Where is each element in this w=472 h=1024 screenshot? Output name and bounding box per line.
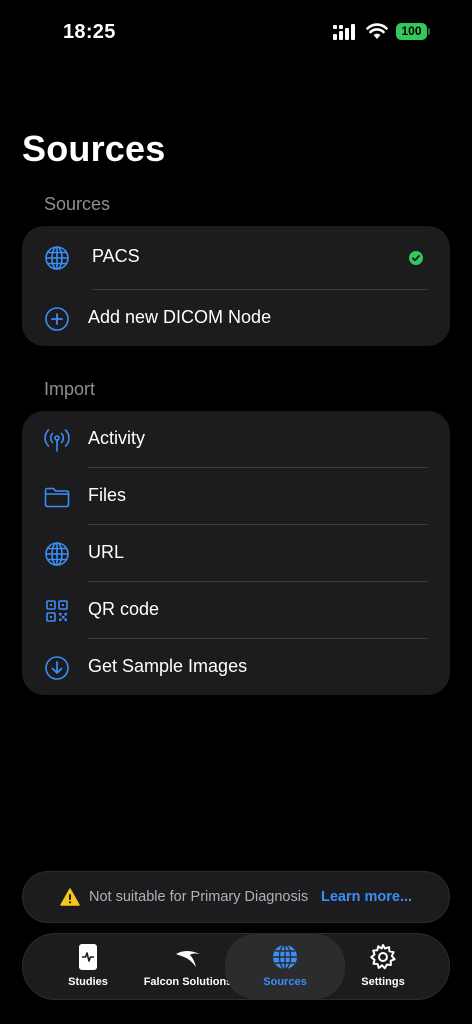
battery-level: 100 xyxy=(396,23,427,40)
learn-more-link[interactable]: Learn more... xyxy=(321,889,412,905)
falcon-icon xyxy=(176,951,200,967)
import-item-qr-code[interactable]: QR code xyxy=(22,582,450,639)
source-item-label: PACS xyxy=(92,246,140,266)
tab-bar: Studies Falcon Solutions Sources Setting… xyxy=(22,933,450,1000)
battery-cap xyxy=(428,28,430,35)
tab-sources[interactable]: Sources xyxy=(225,934,345,999)
add-dicom-node-label: Add new DICOM Node xyxy=(88,307,272,327)
sources-card: PACS Add new DICOM Node xyxy=(22,226,450,346)
antenna-icon xyxy=(44,429,70,452)
import-item-activity[interactable]: Activity xyxy=(22,411,450,468)
globe-icon xyxy=(273,944,297,970)
tab-label: Studies xyxy=(68,976,108,988)
gear-icon xyxy=(370,944,396,970)
tab-label: Settings xyxy=(361,976,405,988)
source-item-pacs[interactable]: PACS xyxy=(22,229,450,286)
cellular-signal-icon xyxy=(333,24,355,40)
status-check-icon xyxy=(409,251,423,265)
import-item-label: Activity xyxy=(88,428,146,448)
import-item-files[interactable]: Files xyxy=(22,468,450,525)
plus-circle-icon xyxy=(45,307,69,331)
import-section-header: Import xyxy=(44,379,96,399)
battery-indicator: 100 xyxy=(396,23,430,40)
status-time: 18:25 xyxy=(63,21,116,43)
add-dicom-node-button[interactable]: Add new DICOM Node xyxy=(22,290,450,347)
import-card: Activity Files URL QR code Get Sample Im… xyxy=(22,411,450,695)
tab-studies[interactable]: Studies xyxy=(33,934,143,999)
folder-icon xyxy=(44,487,70,508)
import-item-label: Files xyxy=(88,485,127,505)
warning-text: Not suitable for Primary Diagnosis xyxy=(89,889,309,905)
qr-code-icon xyxy=(46,600,68,622)
warning-icon xyxy=(60,888,80,906)
globe-icon xyxy=(45,542,69,566)
download-circle-icon xyxy=(45,656,69,680)
page-title: Sources xyxy=(22,128,166,169)
wifi-icon xyxy=(366,23,388,39)
diagnosis-warning-banner: Not suitable for Primary Diagnosis Learn… xyxy=(22,871,450,923)
studies-icon xyxy=(79,944,97,970)
sources-section-header: Sources xyxy=(44,194,111,214)
import-item-label: Get Sample Images xyxy=(88,656,248,676)
import-item-label: QR code xyxy=(88,599,160,619)
import-item-sample-images[interactable]: Get Sample Images xyxy=(22,639,450,696)
tab-label: Sources xyxy=(263,976,307,988)
globe-icon xyxy=(45,246,69,270)
import-item-label: URL xyxy=(88,542,125,562)
tab-settings[interactable]: Settings xyxy=(328,934,438,999)
status-bar: 18:25 100 xyxy=(0,0,472,64)
import-item-url[interactable]: URL xyxy=(22,525,450,582)
